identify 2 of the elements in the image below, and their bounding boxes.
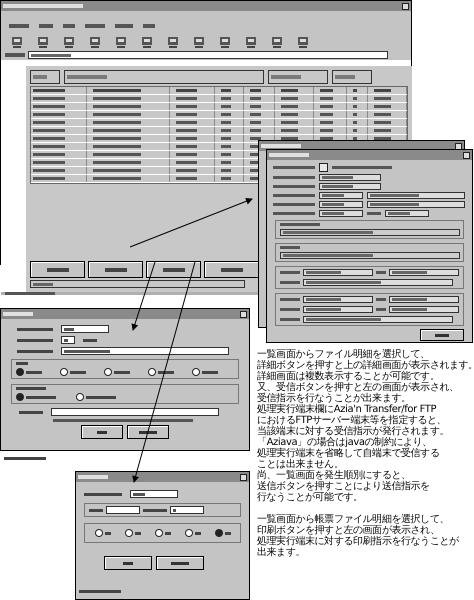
description-paragraph: 一覧画面から帳票ファイル明細を選択して、 印刷ボタンを押すと左の画面が表示され、 処理実行端末に対する印刷指示を行なうことが 出来ます。 xyxy=(257,514,460,558)
description-paragraph: 一覧画面からファイル明細を選択して、 詳細ボタンを押すと上の詳細画面が表示されます。 詳細画面は複数表示することが可能です。 又、受信ボタンを押すと左の画面が表示され、 受信指示を行なうことが出来ます。 処理実行端末欄にAzia'n Transfer/for FTP におけるFTPサーバー端末等を指定すると、 当該端末に対する受信指示が発行されます。 「Aziava」の場合はjavaの制約により、 処理実行端末を省略して自端末で受信する ことは出来ません。 尚、一覧画面を発生順別にすると、 送信ボタンを押すことにより送信指示を 行なうことが可能です。 xyxy=(257,349,474,503)
